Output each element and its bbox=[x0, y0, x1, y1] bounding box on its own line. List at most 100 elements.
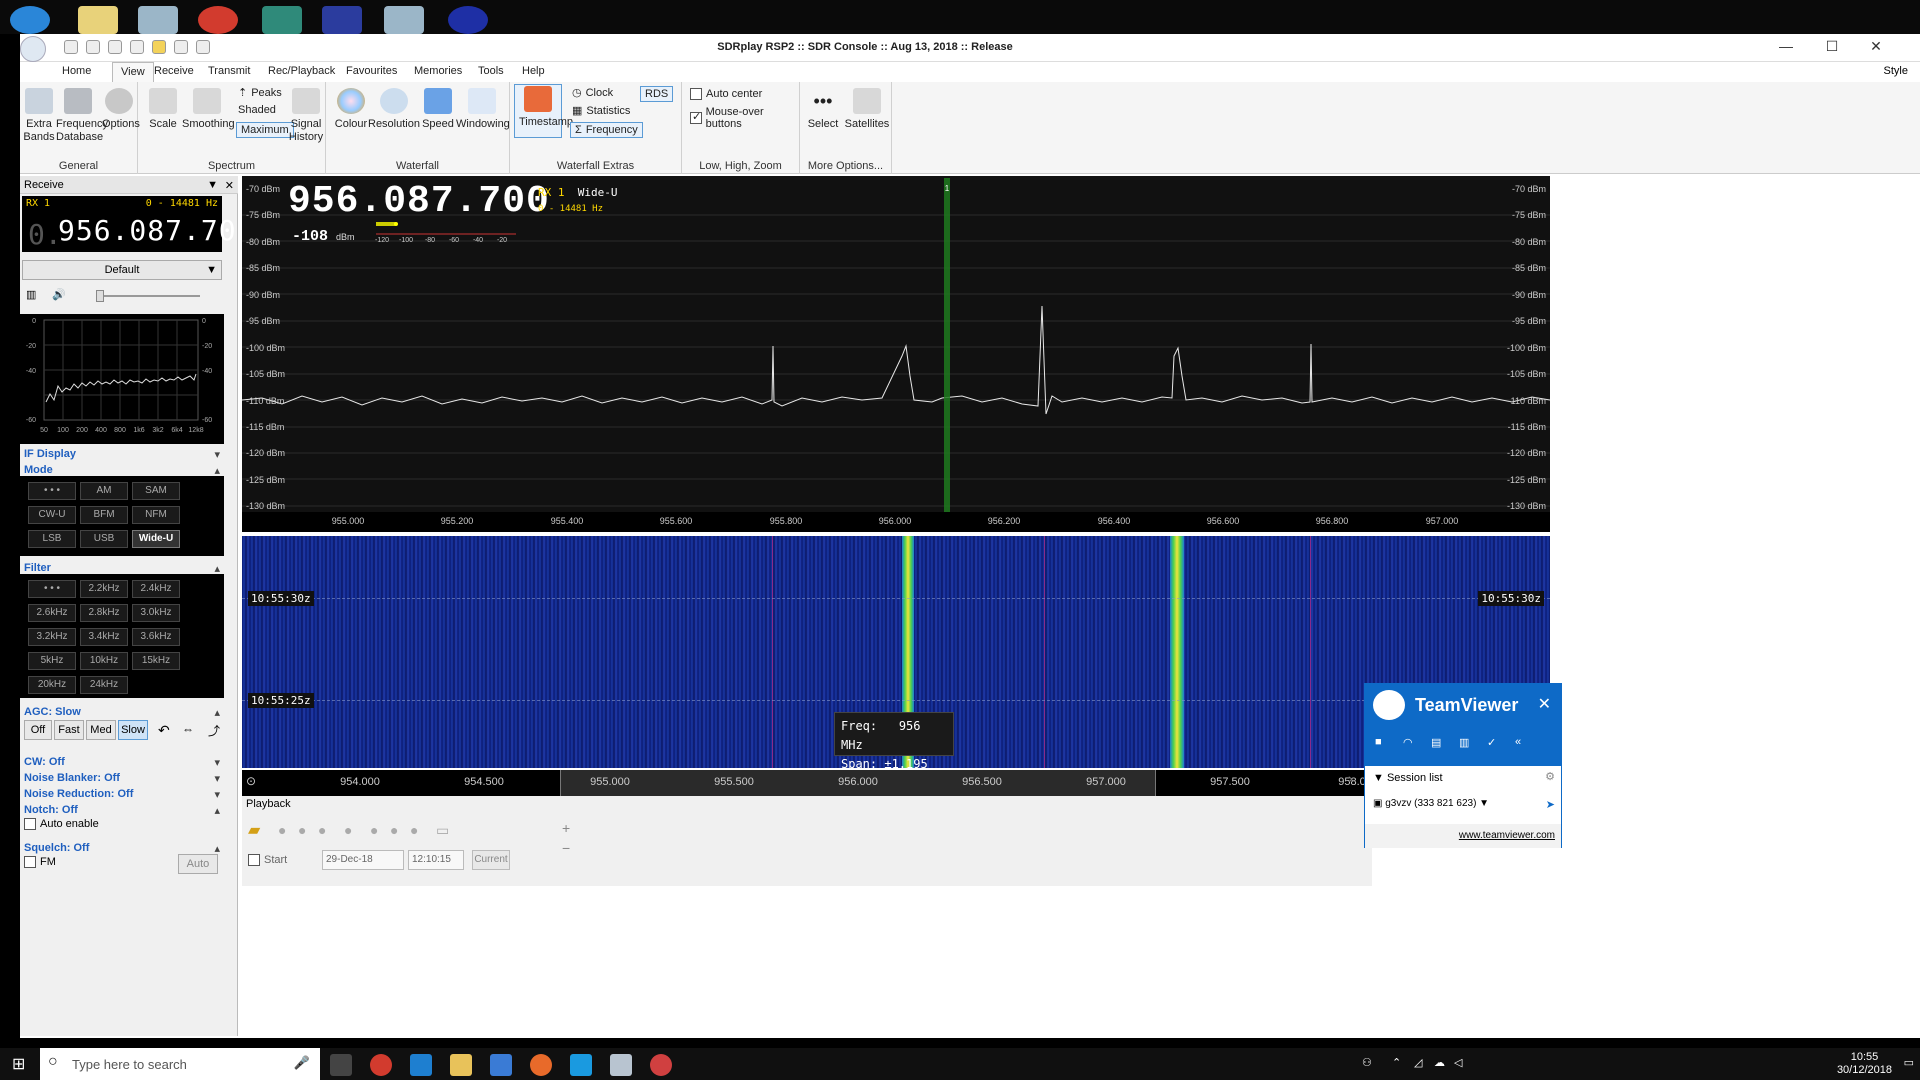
tab-favourites[interactable]: Favourites bbox=[346, 65, 397, 77]
cw-header[interactable]: CW: Off ▾ bbox=[24, 756, 220, 769]
overview-frequency-axis[interactable]: ⊙ 954.000 954.500 955.000 955.500 956.00… bbox=[242, 770, 1550, 796]
document-desktop-icon[interactable] bbox=[138, 6, 178, 34]
start-checkbox[interactable] bbox=[248, 854, 260, 866]
resolution-button[interactable]: Resolution bbox=[368, 88, 420, 131]
shaded-toggle[interactable]: Shaded bbox=[238, 104, 276, 116]
auto-center-checkbox[interactable]: Auto center bbox=[690, 88, 762, 100]
agc-off-button[interactable]: Off bbox=[24, 720, 52, 740]
timestamp-button[interactable]: Timestamp bbox=[514, 84, 573, 138]
filter-5khz-button[interactable]: 5kHz bbox=[28, 652, 76, 670]
mode-am-button[interactable]: AM bbox=[80, 482, 128, 500]
mouse-over-checkbox[interactable]: Mouse-over buttons bbox=[690, 106, 799, 130]
satellites-button[interactable]: Satellites bbox=[844, 88, 890, 131]
mode-header[interactable]: Mode ▴ bbox=[24, 464, 220, 477]
filter-3-2khz-button[interactable]: 3.2kHz bbox=[28, 628, 76, 646]
if-display-header[interactable]: IF Display ▾ bbox=[24, 448, 220, 461]
link-icon[interactable]: ⇔ bbox=[182, 722, 194, 736]
globe-desktop-icon[interactable] bbox=[322, 6, 362, 34]
tools-icon[interactable]: ✓ bbox=[1487, 736, 1496, 749]
firefox-taskbar-icon[interactable] bbox=[530, 1054, 552, 1076]
stop-icon[interactable]: ● bbox=[318, 822, 326, 838]
overview-reset-icon[interactable]: ⊙ bbox=[246, 774, 256, 788]
rds-toggle[interactable]: RDS bbox=[640, 86, 674, 102]
fm-checkbox[interactable] bbox=[24, 856, 36, 868]
store-taskbar-icon[interactable] bbox=[490, 1054, 512, 1076]
filter-2-4khz-button[interactable]: 2.4kHz bbox=[132, 580, 180, 598]
print-icon[interactable]: ▭ bbox=[436, 822, 449, 839]
filter-more-button[interactable]: • • • bbox=[28, 580, 76, 598]
notes-desktop-icon[interactable] bbox=[384, 6, 424, 34]
filter-15khz-button[interactable]: 15kHz bbox=[132, 652, 180, 670]
filter-3-4khz-button[interactable]: 3.4kHz bbox=[80, 628, 128, 646]
video-icon[interactable]: ■ bbox=[1375, 736, 1382, 748]
teamviewer-desktop-icon[interactable] bbox=[10, 6, 50, 34]
explorer-taskbar-icon[interactable] bbox=[450, 1054, 472, 1076]
volume-slider[interactable] bbox=[96, 295, 200, 297]
people-icon[interactable]: ⚇ bbox=[1362, 1056, 1372, 1069]
folder-desktop-icon[interactable] bbox=[78, 6, 118, 34]
mode-usb-button[interactable]: USB bbox=[80, 530, 128, 548]
sdr-taskbar-icon[interactable] bbox=[650, 1054, 672, 1076]
tab-home[interactable]: Home bbox=[62, 65, 91, 77]
zoom-out-icon[interactable]: − bbox=[562, 840, 570, 856]
filter-3-0khz-button[interactable]: 3.0kHz bbox=[132, 604, 180, 622]
filter-2-8khz-button[interactable]: 2.8kHz bbox=[80, 604, 128, 622]
filter-20khz-button[interactable]: 20kHz bbox=[28, 676, 76, 694]
main-frequency-readout[interactable]: 956.087.700 bbox=[288, 180, 550, 223]
notes-taskbar-icon[interactable] bbox=[610, 1054, 632, 1076]
zoom-in-icon[interactable]: + bbox=[562, 820, 570, 836]
windowing-button[interactable]: Windowing bbox=[456, 88, 510, 131]
tab-tools[interactable]: Tools bbox=[478, 65, 504, 77]
session-list-header[interactable]: ▼ Session list bbox=[1373, 772, 1443, 784]
windows-start-icon[interactable]: ⊞ bbox=[12, 1054, 25, 1074]
mouse-over-check[interactable] bbox=[690, 110, 702, 124]
agc-fast-button[interactable]: Fast bbox=[54, 720, 84, 740]
close-icon[interactable]: ✕ bbox=[225, 179, 234, 192]
volume-icon[interactable]: ◁ bbox=[1454, 1056, 1462, 1069]
signal-history-button[interactable]: Signal History bbox=[288, 88, 324, 144]
profile-select[interactable]: Default ▼ bbox=[22, 260, 222, 280]
auto-enable-row[interactable]: Auto enable bbox=[24, 818, 99, 830]
colour-button[interactable]: Colour bbox=[334, 88, 368, 131]
frequency-database-button[interactable]: Frequency Database bbox=[56, 88, 108, 144]
filter-3-6khz-button[interactable]: 3.6kHz bbox=[132, 628, 180, 646]
filter-header[interactable]: Filter ▴ bbox=[24, 562, 220, 575]
edge-taskbar-icon[interactable] bbox=[410, 1054, 432, 1076]
close-icon[interactable]: ✕ bbox=[1538, 694, 1551, 714]
chrome-desktop-icon[interactable] bbox=[198, 6, 238, 34]
maximize-button[interactable]: ☐ bbox=[1812, 38, 1852, 58]
fm-row[interactable]: FM bbox=[24, 856, 56, 868]
ie-taskbar-icon[interactable] bbox=[570, 1054, 592, 1076]
mode-lsb-button[interactable]: LSB bbox=[28, 530, 76, 548]
chat-icon[interactable]: ▤ bbox=[1431, 736, 1441, 749]
pause-icon[interactable]: ● bbox=[298, 822, 306, 838]
scale-button[interactable]: Scale bbox=[148, 88, 178, 131]
tab-memories[interactable]: Memories bbox=[414, 65, 462, 77]
play-icon[interactable]: ● bbox=[278, 822, 286, 838]
tab-rec-playback[interactable]: Rec/Playback bbox=[268, 65, 335, 77]
start-time-field[interactable]: 12:10:15 bbox=[408, 850, 464, 870]
start-row[interactable]: Start bbox=[248, 854, 287, 866]
chevron-down-icon[interactable]: ▼ bbox=[207, 179, 218, 191]
rewind-icon[interactable]: ● bbox=[370, 822, 378, 838]
speed-button[interactable]: Speed bbox=[420, 88, 456, 131]
meter-icon[interactable]: ▥ bbox=[26, 288, 36, 301]
peaks-menu[interactable]: ⇡ Peaks bbox=[238, 86, 282, 100]
forward-icon[interactable]: ● bbox=[410, 822, 418, 838]
filter-24khz-button[interactable]: 24kHz bbox=[80, 676, 128, 694]
tab-transmit[interactable]: Transmit bbox=[208, 65, 250, 77]
folder-icon[interactable]: ▰ bbox=[248, 820, 260, 840]
cloud-icon[interactable]: ☁ bbox=[1434, 1056, 1445, 1069]
filter-2-2khz-button[interactable]: 2.2kHz bbox=[80, 580, 128, 598]
spectrum-display[interactable]: 1 -120 -100 -80 -60 -40 -20 -70 dBm -75 … bbox=[242, 176, 1550, 512]
graph-icon[interactable]: ⤴ bbox=[208, 722, 220, 739]
auto-enable-checkbox[interactable] bbox=[24, 818, 36, 830]
connect-icon[interactable]: ➤ bbox=[1546, 798, 1555, 811]
squelch-auto-button[interactable]: Auto bbox=[178, 854, 218, 874]
frequency-display[interactable]: RX 1 0 - 14481 Hz 0. 956.087.700 bbox=[22, 196, 253, 252]
sdr-desktop-icon[interactable] bbox=[448, 6, 488, 34]
loop-icon[interactable]: ● bbox=[344, 822, 352, 838]
speaker-icon[interactable]: 🔊 bbox=[52, 288, 66, 301]
agc-med-button[interactable]: Med bbox=[86, 720, 116, 740]
taskbar-clock[interactable]: 10:55 30/12/2018 bbox=[1837, 1051, 1892, 1077]
